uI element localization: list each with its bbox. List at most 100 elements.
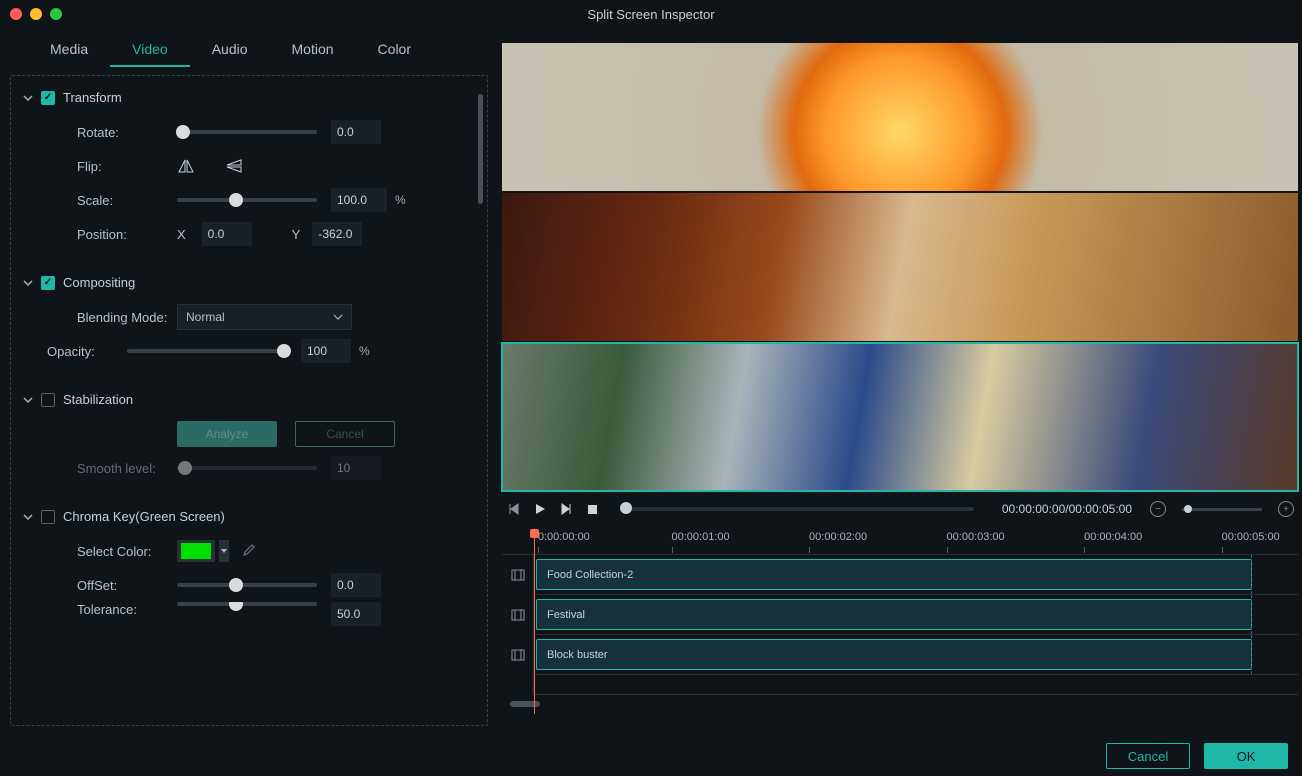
tolerance-slider[interactable] [177,602,317,606]
timecode: 00:00:00:00/00:00:05:00 [1002,502,1132,516]
position-x-input[interactable] [202,222,252,246]
playback-slider[interactable] [620,507,974,511]
video-track-icon [511,648,525,662]
scale-slider[interactable] [177,198,317,202]
preview-panel: 00:00:00:00/00:00:05:00 − + 0:00:00:00 0… [498,28,1302,736]
ruler-mark: 0:00:00:00 [538,531,590,543]
stabilization-checkbox[interactable] [41,393,55,407]
ruler-mark: 00:00:04:00 [1084,531,1142,543]
video-track-icon [511,608,525,622]
ruler-mark: 00:00:01:00 [672,531,730,543]
section-chromakey-header[interactable]: Chroma Key(Green Screen) [17,505,481,534]
ruler-mark: 00:00:05:00 [1222,531,1280,543]
ok-button[interactable]: OK [1204,743,1288,769]
playhead[interactable] [534,529,535,714]
compositing-title: Compositing [63,275,135,290]
split-screen-preview [502,43,1298,491]
flip-label: Flip: [77,159,177,174]
section-stabilization-header[interactable]: Stabilization [17,388,481,417]
clip[interactable]: Food Collection-2 [536,559,1252,590]
zoom-out-icon[interactable]: − [1150,501,1166,517]
color-swatch[interactable] [177,540,215,562]
opacity-input[interactable] [301,339,351,363]
stop-icon[interactable] [584,501,600,517]
section-transform: Transform Rotate: Flip: [17,86,481,261]
section-chromakey: Chroma Key(Green Screen) Select Color: O… [17,505,481,646]
clip-label: Food Collection-2 [547,569,633,581]
chevron-down-icon [23,512,33,522]
chromakey-title: Chroma Key(Green Screen) [63,509,225,524]
preview-pane-2[interactable] [502,193,1298,341]
tab-color[interactable]: Color [356,33,433,67]
transform-title: Transform [63,90,122,105]
timeline: 0:00:00:00 00:00:01:00 00:00:02:00 00:00… [502,527,1298,736]
chevron-down-icon [333,314,343,320]
compositing-checkbox[interactable] [41,276,55,290]
stabilization-title: Stabilization [63,392,133,407]
position-y-input[interactable] [312,222,362,246]
smooth-input[interactable] [331,456,381,480]
clip[interactable]: Festival [536,599,1252,630]
section-stabilization: Stabilization Analyze Cancel Smooth leve… [17,388,481,495]
eyedropper-icon[interactable] [239,542,257,560]
preview-pane-1[interactable] [502,43,1298,191]
preview-pane-3[interactable] [502,343,1298,491]
section-transform-header[interactable]: Transform [17,86,481,115]
blending-mode-select[interactable]: Normal [177,304,352,330]
select-color-label: Select Color: [77,544,177,559]
tab-media[interactable]: Media [28,33,110,67]
zoom-slider[interactable] [1182,508,1262,511]
clip-label: Festival [547,609,585,621]
scrollbar[interactable] [478,94,483,204]
offset-label: OffSet: [77,578,177,593]
section-compositing-header[interactable]: Compositing [17,271,481,300]
step-forward-icon[interactable] [558,501,574,517]
tolerance-input[interactable] [331,602,381,626]
chevron-down-icon [23,93,33,103]
stabilization-cancel-button[interactable]: Cancel [295,421,395,447]
offset-input[interactable] [331,573,381,597]
clip-label: Block buster [547,649,608,661]
position-y-label: Y [292,227,301,242]
play-icon[interactable] [532,501,548,517]
tab-video[interactable]: Video [110,33,190,67]
smooth-label: Smooth level: [77,461,177,476]
tab-motion[interactable]: Motion [270,33,356,67]
playback-bar: 00:00:00:00/00:00:05:00 − + [502,491,1298,527]
blending-mode-value: Normal [186,310,225,324]
video-track-icon [511,568,525,582]
opacity-slider[interactable] [127,349,287,353]
rotate-input[interactable] [331,120,381,144]
smooth-slider[interactable] [177,466,317,470]
tab-audio[interactable]: Audio [190,33,270,67]
chevron-down-icon [23,278,33,288]
flip-horizontal-icon[interactable] [177,157,195,175]
analyze-button[interactable]: Analyze [177,421,277,447]
tolerance-label: Tolerance: [77,602,177,617]
window-zoom-button[interactable] [50,8,62,20]
window-minimize-button[interactable] [30,8,42,20]
zoom-in-icon[interactable]: + [1278,501,1294,517]
flip-vertical-icon[interactable] [225,157,243,175]
transform-checkbox[interactable] [41,91,55,105]
timeline-track: Festival [502,595,1298,635]
clip[interactable]: Block buster [536,639,1252,670]
rotate-slider[interactable] [177,130,317,134]
step-back-icon[interactable] [506,501,522,517]
timeline-track: Food Collection-2 [502,555,1298,595]
inspector-tabs: Media Video Audio Motion Color [10,33,488,75]
chromakey-checkbox[interactable] [41,510,55,524]
window-close-button[interactable] [10,8,22,20]
timeline-ruler[interactable]: 0:00:00:00 00:00:01:00 00:00:02:00 00:00… [502,527,1298,555]
section-compositing: Compositing Blending Mode: Normal Opacit… [17,271,481,378]
window-title: Split Screen Inspector [587,7,714,22]
color-dropdown[interactable] [219,540,229,562]
scale-suffix: % [395,193,406,207]
cancel-button[interactable]: Cancel [1106,743,1190,769]
opacity-suffix: % [359,344,370,358]
scale-input[interactable] [331,188,387,212]
timeline-horizontal-scrollbar[interactable] [510,701,1290,709]
dialog-footer: Cancel OK [0,736,1302,776]
offset-slider[interactable] [177,583,317,587]
inspector-panel: Media Video Audio Motion Color Transform [0,28,498,736]
